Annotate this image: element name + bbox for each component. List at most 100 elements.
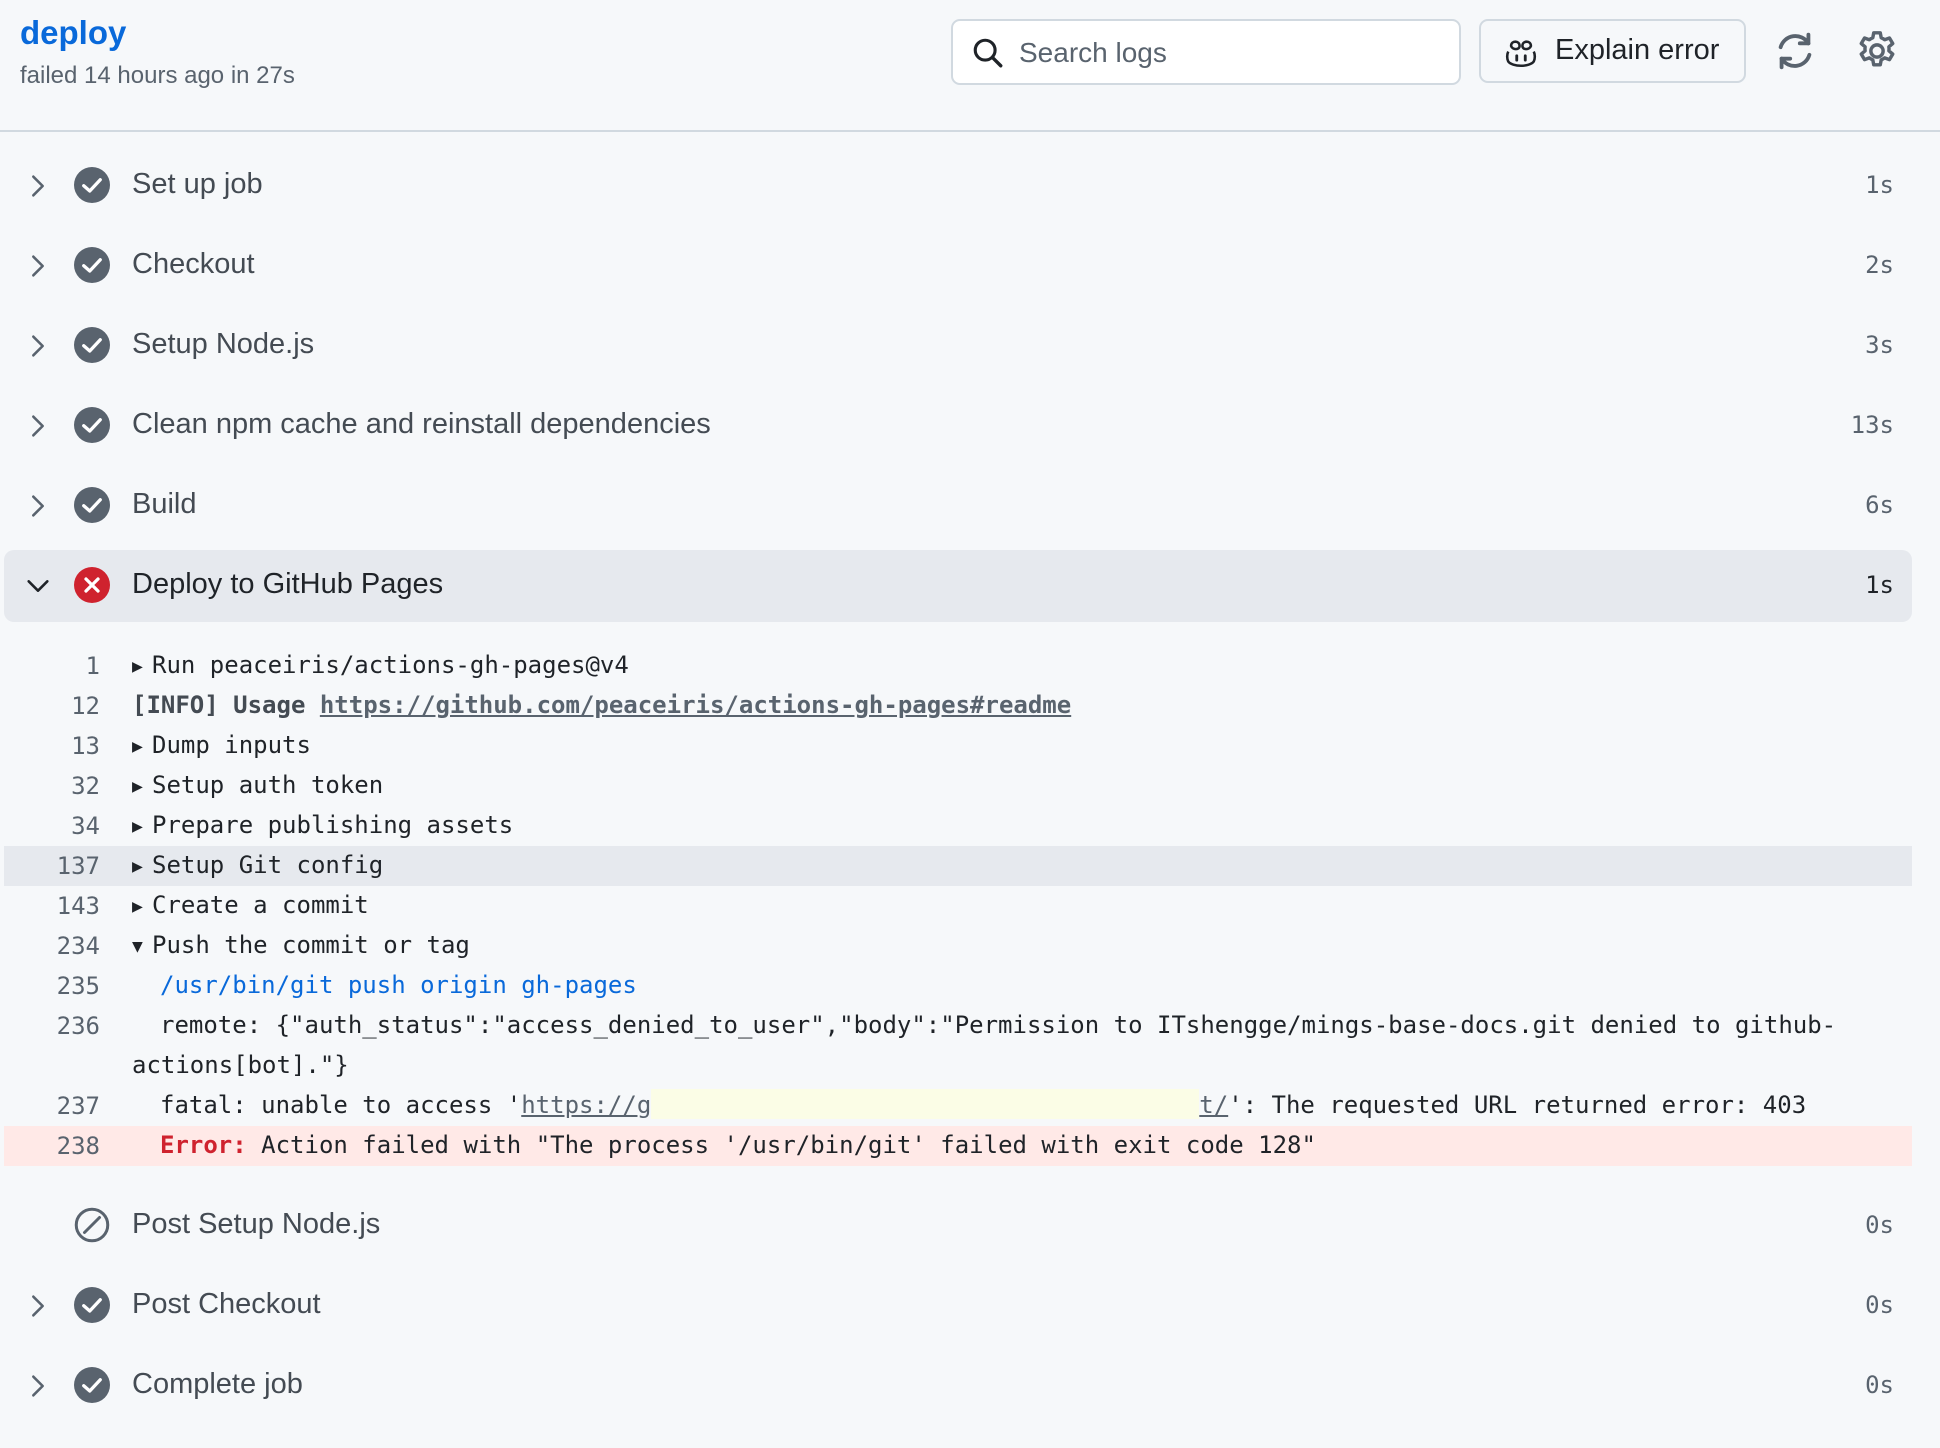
expand-triangle-icon[interactable]: ▶ [132,887,152,927]
step-duration: 0s [1865,1291,1894,1319]
step-setup-node[interactable]: Setup Node.js 3s [4,310,1912,382]
step-name: Deploy to GitHub Pages [132,568,444,600]
log-group-title: Run peaceiris/actions-gh-pages@v4 [152,651,629,679]
log-text: remote: {"auth_status":"access_denied_to… [132,1011,1837,1079]
step-name: Clean npm cache and reinstall dependenci… [132,408,711,440]
step-name: Post Checkout [132,1288,321,1320]
explain-error-button[interactable]: Explain error [1479,19,1746,83]
step-duration: 0s [1865,1371,1894,1399]
error-label: Error: [160,1131,247,1159]
step-duration: 13s [1850,411,1894,439]
check-circle-icon [74,407,110,443]
step-duration: 1s [1865,171,1894,199]
error-message: Action failed with "The process '/usr/bi… [246,1131,1316,1159]
step-name: Complete job [132,1368,303,1400]
log-group-title: Prepare publishing assets [152,811,514,839]
step-duration: 3s [1865,331,1894,359]
redacted-url-end[interactable]: t/ [1199,1091,1228,1119]
check-circle-icon [74,247,110,283]
chevron-right-icon [32,495,44,517]
step-build[interactable]: Build 6s [4,470,1912,542]
log-line[interactable]: 143 ▶ Create a commit [4,886,1912,926]
log-line[interactable]: 32 ▶ Setup auth token [4,766,1912,806]
step-name: Setup Node.js [132,328,315,360]
settings-gear-icon[interactable] [1854,28,1900,74]
expand-triangle-icon[interactable]: ▶ [132,647,152,687]
check-circle-icon [74,327,110,363]
step-complete-job[interactable]: Complete job 0s [4,1350,1912,1422]
chevron-right-icon [32,335,44,357]
line-number[interactable]: 236 [4,1012,100,1040]
refresh-icon[interactable] [1772,28,1818,74]
chevron-right-icon [32,1375,44,1397]
log-group-title: Setup Git config [152,851,384,879]
job-title[interactable]: deploy [20,14,126,52]
expand-triangle-icon[interactable]: ▶ [132,727,152,767]
step-duration: 6s [1865,491,1894,519]
line-number[interactable]: 235 [4,972,100,1000]
log-line[interactable]: 236 remote: {"auth_status":"access_denie… [4,1006,1912,1086]
step-checkout[interactable]: Checkout 2s [4,230,1912,302]
log-group-title: Push the commit or tag [152,931,470,959]
line-number[interactable]: 1 [4,652,100,680]
log-text: fatal: unable to access ' [160,1091,522,1119]
log-line[interactable]: 234 ▼ Push the commit or tag [4,926,1912,966]
check-circle-icon [74,1287,110,1323]
collapse-triangle-icon[interactable]: ▼ [132,927,152,967]
log-group-title: Create a commit [152,891,369,919]
search-icon [973,38,1003,68]
line-number[interactable]: 12 [4,692,100,720]
log-line[interactable]: 1 ▶ Run peaceiris/actions-gh-pages@v4 [4,646,1912,686]
line-number[interactable]: 234 [4,932,100,960]
explain-error-label: Explain error [1555,34,1720,66]
step-duration: 0s [1865,1211,1894,1239]
check-circle-icon [74,167,110,203]
expand-triangle-icon[interactable]: ▶ [132,847,152,887]
log-group-title: Dump inputs [152,731,311,759]
log-line[interactable]: 235 /usr/bin/git push origin gh-pages [4,966,1912,1006]
copilot-icon [1505,40,1537,68]
chevron-right-icon [32,255,44,277]
usage-link[interactable]: https://github.com/peaceiris/actions-gh-… [320,691,1071,719]
log-line[interactable]: 13 ▶ Dump inputs [4,726,1912,766]
step-duration: 1s [1865,571,1894,599]
job-status-summary: failed 14 hours ago in 27s [20,62,295,89]
step-duration: 2s [1865,251,1894,279]
step-post-checkout[interactable]: Post Checkout 0s [4,1270,1912,1342]
chevron-right-icon [32,1295,44,1317]
line-number[interactable]: 143 [4,892,100,920]
log-line[interactable]: 34 ▶ Prepare publishing assets [4,806,1912,846]
line-number[interactable]: 34 [4,812,100,840]
step-set-up-job[interactable]: Set up job 1s [4,150,1912,222]
skipped-circle-icon [74,1207,110,1243]
step-clean-npm-cache[interactable]: Clean npm cache and reinstall dependenci… [4,390,1912,462]
chevron-right-icon [32,415,44,437]
step-log: 1 ▶ Run peaceiris/actions-gh-pages@v4 12 … [4,646,1912,1166]
line-number[interactable]: 238 [4,1132,100,1160]
search-logs-box[interactable] [951,19,1461,85]
redacted-url-start[interactable]: https://g [521,1091,651,1119]
step-deploy-to-github-pages[interactable]: Deploy to GitHub Pages 1s [4,550,1912,622]
job-header: deploy failed 14 hours ago in 27s Explai… [0,0,1940,132]
step-post-setup-node[interactable]: Post Setup Node.js 0s [4,1190,1912,1262]
log-line-highlighted[interactable]: 137 ▶ Setup Git config [4,846,1912,886]
line-number[interactable]: 137 [4,852,100,880]
line-number[interactable]: 32 [4,772,100,800]
expand-triangle-icon[interactable]: ▶ [132,767,152,807]
line-number[interactable]: 13 [4,732,100,760]
step-name: Checkout [132,248,255,280]
log-text: ': The requested URL returned error: 403 [1228,1091,1807,1119]
log-line-error[interactable]: 238 Error: Action failed with "The proce… [4,1126,1912,1166]
expand-triangle-icon[interactable]: ▶ [132,807,152,847]
step-name: Post Setup Node.js [132,1208,381,1240]
log-info-prefix: [INFO] Usage [132,691,320,719]
search-logs-input[interactable] [1017,31,1441,75]
line-number[interactable]: 237 [4,1092,100,1120]
chevron-right-icon [32,175,44,197]
step-name: Build [132,488,197,520]
log-command: /usr/bin/git push origin gh-pages [160,971,637,999]
check-circle-icon [74,1367,110,1403]
log-line[interactable]: 12 [INFO] Usage https://github.com/peace… [4,686,1912,726]
x-circle-fail-icon [74,567,110,603]
log-line[interactable]: 237 fatal: unable to access 'https://g t/… [4,1086,1912,1126]
